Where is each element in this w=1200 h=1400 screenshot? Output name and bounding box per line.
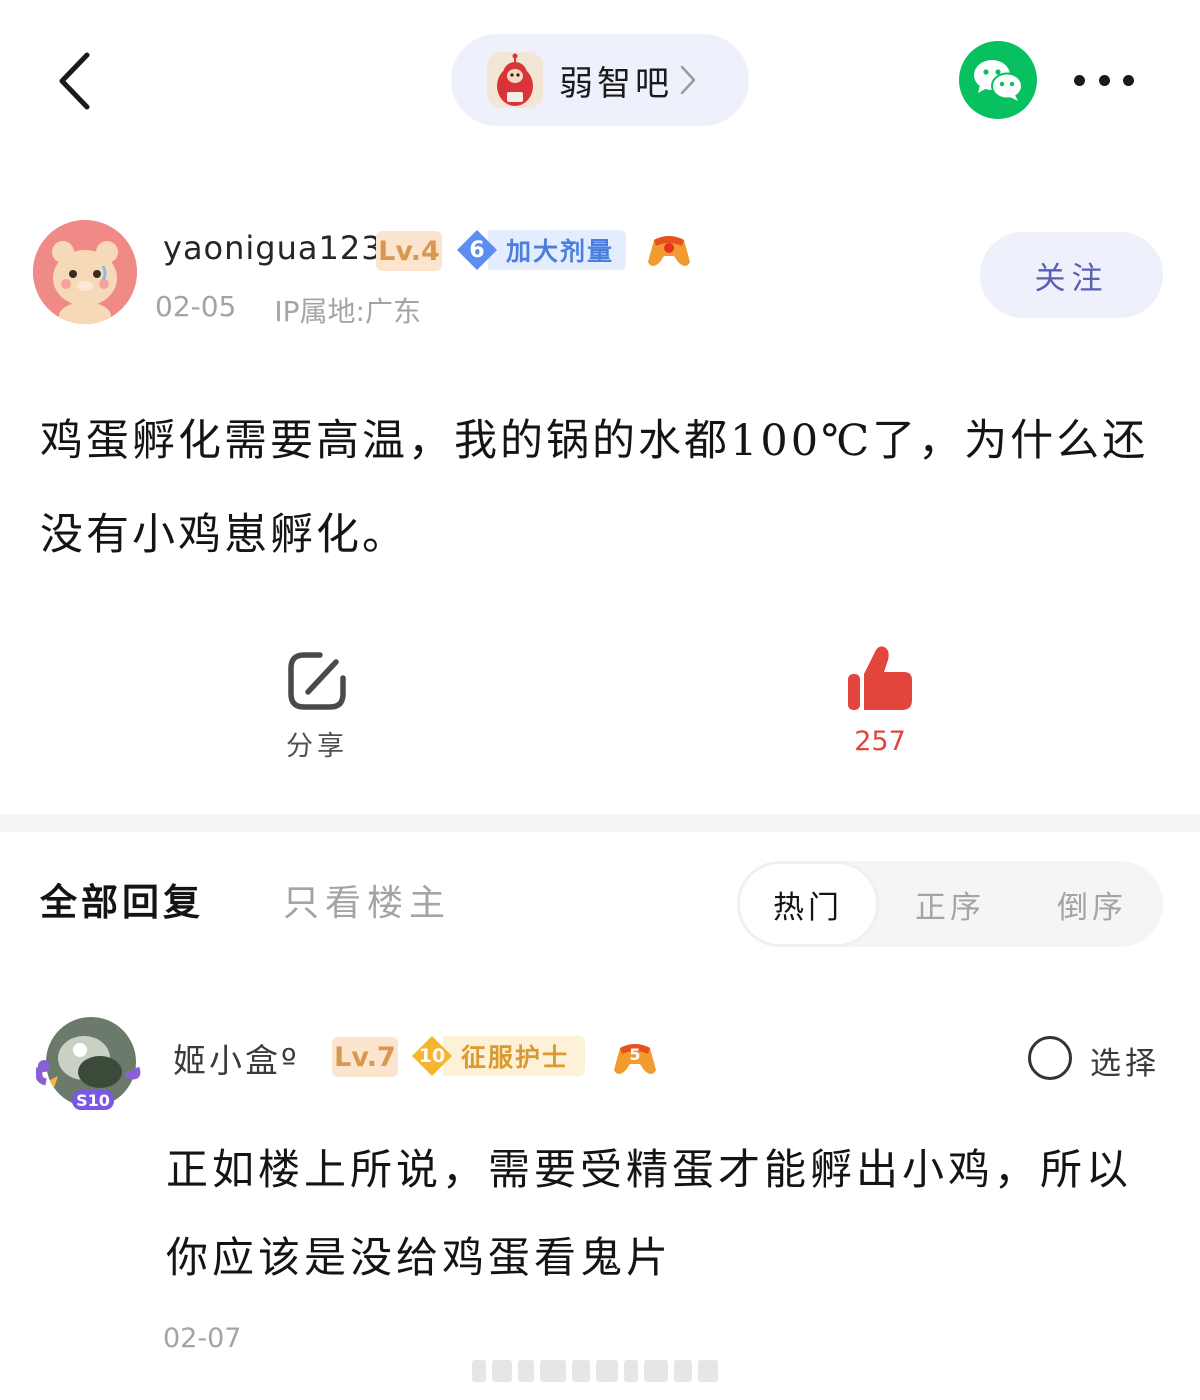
sort-option-descending[interactable]: 倒序 — [1021, 861, 1163, 947]
more-dot-icon — [1123, 74, 1134, 86]
share-icon — [288, 652, 346, 710]
forum-entry-button[interactable]: 弱智吧 — [451, 34, 749, 126]
author-level-badge: Lv.4 — [376, 231, 442, 271]
tab-all-replies[interactable]: 全部回复 — [40, 872, 204, 926]
author-avatar[interactable] — [33, 220, 137, 324]
author-meta: 02-05 IP属地:广东 — [155, 290, 421, 330]
more-dot-icon — [1074, 74, 1085, 86]
avatar-season-tag: S10 — [76, 1091, 110, 1110]
more-dot-icon — [1098, 74, 1110, 86]
more-options-button[interactable] — [1066, 60, 1142, 100]
reply-title-badge: 10 征服护士 — [411, 1035, 586, 1077]
sort-segmented-control: 热门 正序 倒序 — [737, 861, 1163, 947]
author-title-level: 6 — [469, 237, 485, 263]
sort-option-ascending[interactable]: 正序 — [879, 861, 1021, 947]
like-button[interactable]: 257 — [820, 644, 940, 764]
game-controller-badge-icon — [646, 232, 692, 274]
post-date: 02-05 — [155, 290, 237, 323]
forum-avatar — [487, 52, 543, 108]
section-divider — [0, 814, 1200, 832]
top-bar: 弱智吧 — [0, 0, 1200, 160]
tab-op-only[interactable]: 只看楼主 — [283, 874, 451, 926]
ip-location: IP属地:广东 — [274, 295, 421, 328]
forum-name: 弱智吧 — [559, 63, 673, 104]
sort-option-hot[interactable]: 热门 — [737, 861, 879, 947]
wechat-share-button[interactable] — [959, 41, 1037, 119]
wechat-icon — [974, 60, 1023, 101]
reply-content: 正如楼上所说，需要受精蛋才能孵出小鸡，所以你应该是没给鸡蛋看鬼片 — [166, 1145, 1133, 1282]
game-controller-badge-icon: 5 — [612, 1038, 658, 1082]
reply-username[interactable]: 姬小盒º — [173, 1034, 300, 1082]
chevron-right-icon — [679, 64, 697, 96]
back-button[interactable] — [44, 46, 104, 116]
post-content: 鸡蛋孵化需要高温，我的锅的水都100℃了，为什么还没有小鸡崽孵化。 — [40, 416, 1149, 560]
select-label[interactable]: 选择 — [1090, 1038, 1160, 1083]
watermark-image — [472, 1356, 722, 1386]
author-username[interactable]: yaonigua123 — [163, 229, 383, 267]
share-label: 分享 — [286, 731, 348, 762]
reply-level-badge: Lv.7 — [332, 1037, 398, 1077]
title-level-diamond-icon: 6 — [456, 229, 498, 271]
reply-date: 02-07 — [163, 1323, 242, 1354]
reply-title-level: 10 — [418, 1045, 446, 1067]
share-button[interactable]: 分享 — [257, 650, 377, 770]
author-title-text: 加大剂量 — [488, 230, 627, 270]
follow-button[interactable]: 关注 — [980, 232, 1163, 318]
author-title-badge: 6 加大剂量 — [456, 229, 627, 271]
thumbs-up-icon — [848, 646, 912, 710]
reply-title-text: 征服护士 — [443, 1036, 586, 1076]
select-radio[interactable] — [1028, 1036, 1072, 1080]
title-level-diamond-icon: 10 — [411, 1035, 453, 1077]
reply-avatar[interactable]: S10 — [35, 1010, 146, 1120]
back-arrow-icon — [59, 52, 90, 110]
fan-level-number: 5 — [629, 1045, 640, 1064]
like-count: 257 — [854, 726, 906, 757]
